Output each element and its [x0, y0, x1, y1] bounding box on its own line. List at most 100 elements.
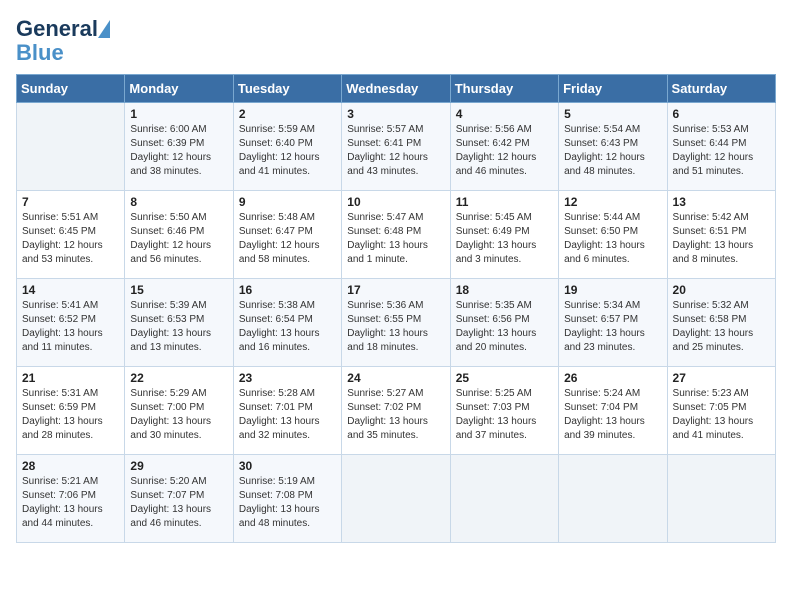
day-info: Sunrise: 5:54 AM Sunset: 6:43 PM Dayligh…	[564, 123, 661, 179]
calendar-cell: 15 Sunrise: 5:39 AM Sunset: 6:53 PM Dayli…	[125, 279, 233, 367]
day-number: 13	[673, 195, 770, 209]
col-header-monday: Monday	[125, 75, 233, 103]
calendar-cell: 1 Sunrise: 6:00 AM Sunset: 6:39 PM Daylig…	[125, 103, 233, 191]
calendar-cell: 6Sunrise: 5:53 AM Sunset: 6:44 PM Daylig…	[667, 103, 775, 191]
day-number: 11	[456, 195, 553, 209]
calendar-cell: 23Sunrise: 5:28 AM Sunset: 7:01 PM Dayli…	[233, 367, 341, 455]
day-info: Sunrise: 5:35 AM Sunset: 6:56 PM Dayligh…	[456, 299, 553, 355]
calendar-cell: 17 Sunrise: 5:36 AM Sunset: 6:55 PM Dayli…	[342, 279, 450, 367]
day-number: 17	[347, 283, 444, 297]
col-header-sunday: Sunday	[17, 75, 125, 103]
calendar-cell: 27 Sunrise: 5:23 AM Sunset: 7:05 PM Dayli…	[667, 367, 775, 455]
day-info: Sunrise: 5:47 AM Sunset: 6:48 PM Dayligh…	[347, 211, 444, 267]
calendar-cell: 7 Sunrise: 5:51 AM Sunset: 6:45 PM Daylig…	[17, 191, 125, 279]
day-info: Sunrise: 5:56 AM Sunset: 6:42 PM Dayligh…	[456, 123, 553, 179]
page-header: General Blue	[16, 16, 776, 66]
calendar-cell: 13 Sunrise: 5:42 AM Sunset: 6:51 PM Dayli…	[667, 191, 775, 279]
calendar-cell: 19 Sunrise: 5:34 AM Sunset: 6:57 PM Dayli…	[559, 279, 667, 367]
logo-general: General	[16, 18, 98, 40]
day-info: Sunrise: 5:44 AM Sunset: 6:50 PM Dayligh…	[564, 211, 661, 267]
week-row-4: 21Sunrise: 5:31 AM Sunset: 6:59 PM Dayli…	[17, 367, 776, 455]
week-row-3: 14 Sunrise: 5:41 AM Sunset: 6:52 PM Dayli…	[17, 279, 776, 367]
day-info: Sunrise: 5:25 AM Sunset: 7:03 PM Dayligh…	[456, 387, 553, 443]
day-info: Sunrise: 5:32 AM Sunset: 6:58 PM Dayligh…	[673, 299, 770, 355]
day-info: Sunrise: 5:38 AM Sunset: 6:54 PM Dayligh…	[239, 299, 336, 355]
calendar-cell: 14 Sunrise: 5:41 AM Sunset: 6:52 PM Dayli…	[17, 279, 125, 367]
day-number: 7	[22, 195, 119, 209]
calendar-table: SundayMondayTuesdayWednesdayThursdayFrid…	[16, 74, 776, 543]
day-number: 21	[22, 371, 119, 385]
day-number: 15	[130, 283, 227, 297]
calendar-cell: 4 Sunrise: 5:56 AM Sunset: 6:42 PM Daylig…	[450, 103, 558, 191]
day-number: 27	[673, 371, 770, 385]
day-info: Sunrise: 6:00 AM Sunset: 6:39 PM Dayligh…	[130, 123, 227, 179]
day-info: Sunrise: 5:45 AM Sunset: 6:49 PM Dayligh…	[456, 211, 553, 267]
day-info: Sunrise: 5:51 AM Sunset: 6:45 PM Dayligh…	[22, 211, 119, 267]
day-info: Sunrise: 5:34 AM Sunset: 6:57 PM Dayligh…	[564, 299, 661, 355]
calendar-cell	[17, 103, 125, 191]
day-number: 28	[22, 459, 119, 473]
day-info: Sunrise: 5:19 AM Sunset: 7:08 PM Dayligh…	[239, 475, 336, 531]
calendar-cell: 24Sunrise: 5:27 AM Sunset: 7:02 PM Dayli…	[342, 367, 450, 455]
calendar-cell	[667, 455, 775, 543]
day-number: 5	[564, 107, 661, 121]
day-number: 10	[347, 195, 444, 209]
col-header-thursday: Thursday	[450, 75, 558, 103]
day-number: 12	[564, 195, 661, 209]
day-number: 14	[22, 283, 119, 297]
calendar-cell: 11 Sunrise: 5:45 AM Sunset: 6:49 PM Dayli…	[450, 191, 558, 279]
calendar-cell	[450, 455, 558, 543]
calendar-cell: 25 Sunrise: 5:25 AM Sunset: 7:03 PM Dayli…	[450, 367, 558, 455]
calendar-cell: 21Sunrise: 5:31 AM Sunset: 6:59 PM Dayli…	[17, 367, 125, 455]
calendar-cell: 3Sunrise: 5:57 AM Sunset: 6:41 PM Daylig…	[342, 103, 450, 191]
day-number: 20	[673, 283, 770, 297]
col-header-tuesday: Tuesday	[233, 75, 341, 103]
day-number: 22	[130, 371, 227, 385]
col-header-saturday: Saturday	[667, 75, 775, 103]
calendar-header-row: SundayMondayTuesdayWednesdayThursdayFrid…	[17, 75, 776, 103]
day-number: 23	[239, 371, 336, 385]
calendar-cell: 16 Sunrise: 5:38 AM Sunset: 6:54 PM Dayli…	[233, 279, 341, 367]
calendar-cell: 2 Sunrise: 5:59 AM Sunset: 6:40 PM Daylig…	[233, 103, 341, 191]
day-number: 26	[564, 371, 661, 385]
day-number: 1	[130, 107, 227, 121]
day-number: 2	[239, 107, 336, 121]
calendar-cell: 29Sunrise: 5:20 AM Sunset: 7:07 PM Dayli…	[125, 455, 233, 543]
col-header-friday: Friday	[559, 75, 667, 103]
week-row-2: 7 Sunrise: 5:51 AM Sunset: 6:45 PM Daylig…	[17, 191, 776, 279]
day-number: 19	[564, 283, 661, 297]
calendar-cell: 20 Sunrise: 5:32 AM Sunset: 6:58 PM Dayli…	[667, 279, 775, 367]
day-number: 30	[239, 459, 336, 473]
logo-blue: Blue	[16, 40, 64, 66]
day-number: 4	[456, 107, 553, 121]
logo: General Blue	[16, 16, 112, 66]
calendar-cell: 26 Sunrise: 5:24 AM Sunset: 7:04 PM Dayli…	[559, 367, 667, 455]
day-number: 6	[673, 107, 770, 121]
day-info: Sunrise: 5:42 AM Sunset: 6:51 PM Dayligh…	[673, 211, 770, 267]
day-info: Sunrise: 5:59 AM Sunset: 6:40 PM Dayligh…	[239, 123, 336, 179]
calendar-cell: 18Sunrise: 5:35 AM Sunset: 6:56 PM Dayli…	[450, 279, 558, 367]
calendar-cell: 10 Sunrise: 5:47 AM Sunset: 6:48 PM Dayli…	[342, 191, 450, 279]
day-info: Sunrise: 5:21 AM Sunset: 7:06 PM Dayligh…	[22, 475, 119, 531]
calendar-cell: 8Sunrise: 5:50 AM Sunset: 6:46 PM Daylig…	[125, 191, 233, 279]
day-info: Sunrise: 5:29 AM Sunset: 7:00 PM Dayligh…	[130, 387, 227, 443]
day-info: Sunrise: 5:57 AM Sunset: 6:41 PM Dayligh…	[347, 123, 444, 179]
day-number: 16	[239, 283, 336, 297]
week-row-1: 1 Sunrise: 6:00 AM Sunset: 6:39 PM Daylig…	[17, 103, 776, 191]
day-info: Sunrise: 5:36 AM Sunset: 6:55 PM Dayligh…	[347, 299, 444, 355]
day-number: 8	[130, 195, 227, 209]
day-info: Sunrise: 5:23 AM Sunset: 7:05 PM Dayligh…	[673, 387, 770, 443]
day-info: Sunrise: 5:39 AM Sunset: 6:53 PM Dayligh…	[130, 299, 227, 355]
logo-triangle-icon	[98, 20, 110, 38]
day-info: Sunrise: 5:48 AM Sunset: 6:47 PM Dayligh…	[239, 211, 336, 267]
day-info: Sunrise: 5:41 AM Sunset: 6:52 PM Dayligh…	[22, 299, 119, 355]
day-number: 24	[347, 371, 444, 385]
calendar-cell: 22 Sunrise: 5:29 AM Sunset: 7:00 PM Dayli…	[125, 367, 233, 455]
col-header-wednesday: Wednesday	[342, 75, 450, 103]
day-number: 25	[456, 371, 553, 385]
day-info: Sunrise: 5:24 AM Sunset: 7:04 PM Dayligh…	[564, 387, 661, 443]
day-number: 9	[239, 195, 336, 209]
calendar-cell: 12 Sunrise: 5:44 AM Sunset: 6:50 PM Dayli…	[559, 191, 667, 279]
calendar-cell: 5 Sunrise: 5:54 AM Sunset: 6:43 PM Daylig…	[559, 103, 667, 191]
calendar-cell: 30 Sunrise: 5:19 AM Sunset: 7:08 PM Dayli…	[233, 455, 341, 543]
